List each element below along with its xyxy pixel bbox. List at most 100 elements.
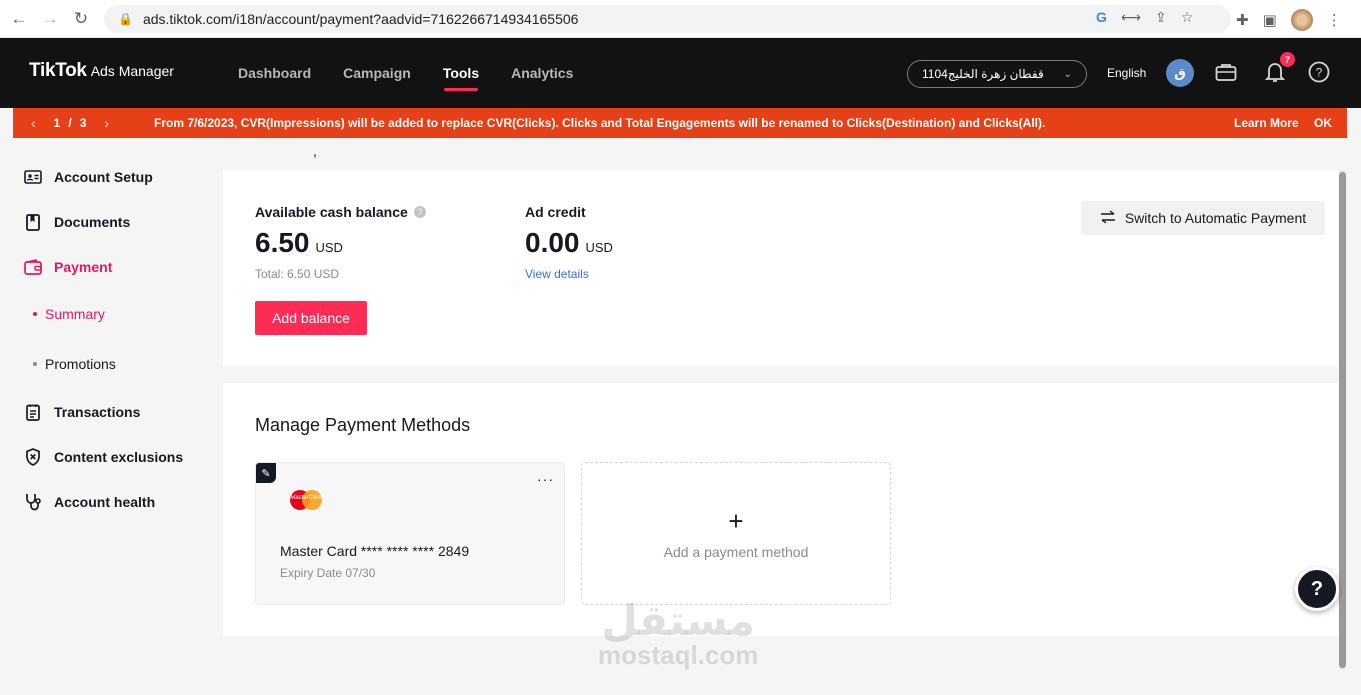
svg-text:?: ? (1316, 66, 1323, 80)
nav-dashboard[interactable]: Dashboard (238, 65, 311, 81)
banner-page-current: 1 (53, 116, 61, 130)
cash-balance-amount: 6.50 USD (255, 227, 343, 259)
tiktok-logo[interactable]: TikTok Ads Manager (29, 60, 174, 82)
bullet-dot (33, 362, 37, 366)
browser-menu-icon[interactable]: ⋮ (1327, 11, 1342, 29)
help-chat-button[interactable]: ? (1295, 567, 1339, 611)
sidebar-item-label: Transactions (54, 404, 141, 420)
lock-icon: 🔒 (118, 12, 133, 26)
ad-credit-label: Ad credit (525, 204, 586, 220)
mastercard-logo: MasterCard (288, 487, 324, 513)
app-header: TikTok Ads Manager Dashboard Campaign Too… (0, 38, 1361, 108)
url-text: ads.tiktok.com/i18n/account/payment?aadv… (142, 11, 579, 27)
side-panel-icon[interactable]: ▣ (1263, 11, 1277, 29)
help-circle-icon[interactable]: ? (1307, 60, 1331, 84)
wallet-icon (24, 258, 42, 276)
address-bar[interactable]: 🔒 ads.tiktok.com/i18n/account/payment?aa… (104, 5, 1231, 33)
chevron-left-icon[interactable]: ‹ (31, 115, 36, 131)
cash-balance-label: Available cash balance (255, 204, 408, 220)
sidebar-item-label: Account Setup (54, 169, 153, 185)
extension-bar: ✚ ▣ ⋮ (1236, 9, 1342, 31)
switch-to-automatic-payment-button[interactable]: Switch to Automatic Payment (1081, 201, 1325, 235)
nav-analytics[interactable]: Analytics (511, 65, 573, 81)
banner-page-total: 3 (79, 116, 87, 130)
user-avatar[interactable]: ق (1166, 59, 1194, 87)
cash-total: Total: 6.50 USD (255, 267, 340, 281)
scrollbar-thumb[interactable] (1339, 172, 1346, 668)
mastercard-payment-card[interactable]: ✎ MasterCard ··· Master Card **** **** *… (255, 462, 565, 605)
receipt-icon (24, 403, 42, 421)
sidebar-item-content-exclusions[interactable]: Content exclusions (24, 448, 183, 466)
swap-arrows-icon (1100, 209, 1116, 227)
google-icon[interactable]: G (1096, 9, 1107, 26)
address-bar-actions: G ⟷ ⇪ ☆ (1096, 9, 1193, 26)
banner-page-separator: / (68, 116, 72, 130)
sidebar-item-transactions[interactable]: Transactions (24, 403, 140, 421)
view-details-link[interactable]: View details (525, 267, 589, 281)
bookmark-star-icon[interactable]: ☆ (1181, 9, 1194, 26)
banner-ok-button[interactable]: OK (1314, 116, 1332, 130)
nav-tools[interactable]: Tools (443, 65, 479, 91)
reload-icon[interactable]: ↻ (68, 6, 94, 32)
watermark-arabic: مستقل (601, 597, 755, 644)
id-card-icon (24, 168, 42, 186)
profile-avatar[interactable] (1290, 9, 1313, 31)
cash-balance-value: 6.50 (255, 227, 310, 258)
sidebar-subitem-label: Promotions (45, 356, 116, 372)
chevron-down-icon: ⌄ (1063, 68, 1072, 80)
sidebar-item-payment[interactable]: Payment (24, 258, 112, 276)
sidebar-subitem-summary[interactable]: Summary (33, 306, 105, 322)
extensions-puzzle-icon[interactable]: ✚ (1236, 11, 1249, 29)
sidebar-item-documents[interactable]: Documents (24, 213, 130, 231)
sidebar: Account Setup Documents Payment Summary … (0, 138, 222, 695)
sidebar-item-label: Account health (54, 494, 156, 510)
watermark: مستقل mostaql.com (598, 597, 758, 669)
card-number: Master Card **** **** **** 2849 (280, 543, 470, 559)
sidebar-item-label: Payment (54, 259, 113, 275)
add-payment-method-label: Add a payment method (663, 543, 809, 560)
shield-x-icon (24, 448, 42, 466)
cash-balance-unit: USD (315, 240, 343, 255)
document-icon (24, 213, 42, 231)
add-payment-method-button[interactable]: + Add a payment method (581, 462, 891, 605)
banner-message: From 7/6/2023, CVR(Impressions) will be … (154, 116, 1046, 130)
notification-badge: 7 (1280, 52, 1295, 67)
learn-more-link[interactable]: Learn More (1234, 116, 1299, 130)
ad-credit-value: 0.00 (525, 227, 580, 258)
sidebar-subitem-promotions[interactable]: Promotions (33, 356, 116, 372)
ad-credit-unit: USD (585, 240, 613, 255)
card-expiry: Expiry Date 07/30 (280, 566, 376, 580)
add-balance-button[interactable]: Add balance (255, 301, 367, 335)
sidebar-item-label: Documents (54, 214, 131, 230)
sidebar-item-label: Content exclusions (54, 449, 184, 465)
payment-methods-card: Manage Payment Methods ✎ MasterCard ··· … (223, 383, 1338, 636)
stray-mark: , (313, 143, 317, 159)
nav-campaign[interactable]: Campaign (343, 65, 411, 81)
banner-pager: ‹ 1 / 3 › (31, 108, 109, 138)
ad-credit-amount: 0.00 USD (525, 227, 613, 259)
mastercard-logo-text: MasterCard (290, 495, 322, 501)
plus-icon: + (728, 505, 744, 536)
info-icon[interactable]: ? (413, 206, 426, 218)
sidebar-subitem-label: Summary (45, 306, 105, 322)
share-icon[interactable]: ⇪ (1155, 9, 1167, 26)
account-selector[interactable]: قفطان زهرة الخليج1104 ⌄ (907, 60, 1087, 88)
chevron-right-icon[interactable]: › (104, 115, 109, 131)
balance-card: Available cash balance ? 6.50 USD Total:… (223, 170, 1338, 366)
logo-subtitle: Ads Manager (90, 63, 174, 79)
stethoscope-icon (24, 493, 42, 511)
translate-icon[interactable]: ⟷ (1121, 9, 1141, 26)
forward-icon[interactable]: → (37, 6, 63, 32)
back-icon[interactable]: ← (6, 6, 32, 32)
top-navigation: Dashboard Campaign Tools Analytics (238, 65, 573, 91)
sidebar-item-account-health[interactable]: Account health (24, 493, 155, 511)
switch-label: Switch to Automatic Payment (1124, 210, 1307, 226)
announcement-banner: ‹ 1 / 3 › From 7/6/2023, CVR(Impressions… (13, 108, 1347, 138)
language-switcher[interactable]: English (1107, 66, 1146, 80)
browser-toolbar: ← → ↻ 🔒 ads.tiktok.com/i18n/account/paym… (0, 0, 1361, 38)
more-options-icon[interactable]: ··· (537, 471, 554, 487)
briefcase-icon[interactable] (1214, 60, 1238, 84)
logo-text: TikTok (29, 60, 87, 81)
sidebar-item-account-setup[interactable]: Account Setup (24, 168, 153, 186)
section-title: Manage Payment Methods (255, 415, 471, 435)
